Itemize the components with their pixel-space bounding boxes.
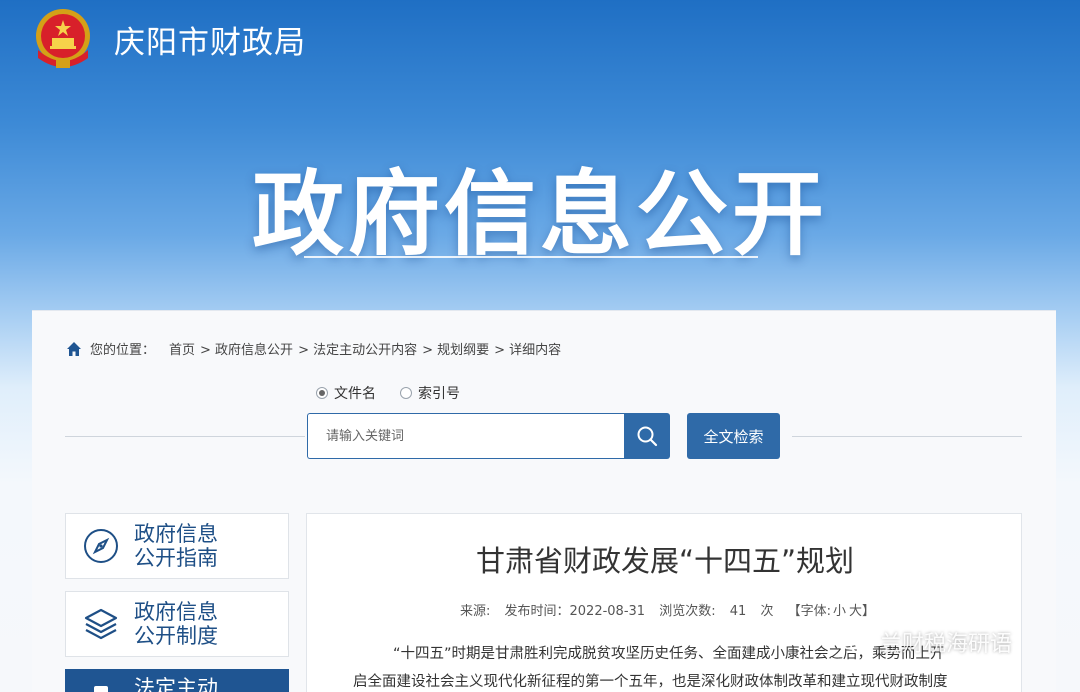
sidebar-item-label: 法定主动 (134, 676, 218, 692)
breadcrumb: 您的位置： 首页 > 政府信息公开 > 法定主动公开内容 > 规划纲要 > 详细… (66, 339, 566, 358)
layers-icon (84, 608, 118, 640)
breadcrumb-detail: > 详细内容 (494, 343, 562, 358)
source-label: 来源: (459, 604, 491, 619)
font-large-button[interactable]: 大】 (849, 604, 875, 619)
search-type-radios: 文件名 索引号 (316, 383, 484, 403)
sidebar-item-label: 政府信息 公开指南 (134, 522, 218, 570)
wechat-watermark: 兰财税海研语 (838, 626, 1012, 658)
article-meta: 来源: 发布时间：2022-08-31 浏览次数: 41 次 【字体: 小大】 (307, 600, 1023, 619)
hero-banner: 政府信息公开 (0, 140, 1080, 273)
hero-underline (304, 256, 758, 258)
label-line2: 公开制度 (134, 624, 218, 648)
breadcrumb-gov-info[interactable]: > 政府信息公开 (200, 339, 293, 358)
search-input[interactable] (308, 414, 625, 458)
breadcrumb-label: 您的位置： (90, 343, 156, 358)
wechat-icon (839, 630, 872, 654)
article-title: 甘肃省财政发展“十四五”规划 (475, 544, 855, 578)
article-content: 甘肃省财政发展“十四五”规划 来源: 发布时间：2022-08-31 浏览次数:… (306, 513, 1022, 692)
site-header: 庆阳市财政局 (30, 4, 306, 74)
label-line1: 法定主动 (134, 676, 218, 692)
radio-dot-selected[interactable] (316, 387, 328, 399)
views-unit: 次 (760, 604, 774, 619)
views-count: 41 (729, 604, 747, 619)
radio-filename-label: 文件名 (334, 386, 376, 402)
radio-filename[interactable]: 文件名 (316, 383, 376, 403)
label-line1: 政府信息 (134, 522, 218, 546)
sidebar: 政府信息 公开指南 政府信息 公开制度 法定主动 (65, 513, 289, 692)
divider-right (792, 436, 1022, 437)
hero-title: 政府信息公开 (251, 161, 828, 268)
breadcrumb-legal-content[interactable]: > 法定主动公开内容 (298, 339, 417, 358)
home-icon (67, 341, 81, 356)
sidebar-item-legal[interactable]: 法定主动 (65, 669, 289, 692)
search-button[interactable] (624, 413, 670, 459)
breadcrumb-plan[interactable]: > 规划纲要 (422, 339, 489, 358)
national-emblem-icon (30, 6, 96, 72)
font-size-label: 【字体: (787, 604, 831, 619)
fulltext-search-button[interactable]: 全文检索 (687, 413, 780, 459)
document-icon (94, 686, 108, 692)
breadcrumb-home[interactable]: 首页 (169, 339, 195, 358)
site-title[interactable]: 庆阳市财政局 (114, 17, 306, 62)
sidebar-item-label: 政府信息 公开制度 (134, 600, 218, 648)
compass-icon (84, 529, 118, 563)
divider-left (65, 436, 305, 437)
label-line1: 政府信息 (134, 600, 218, 624)
sidebar-item-guide[interactable]: 政府信息 公开指南 (65, 513, 289, 579)
radio-index-label: 索引号 (418, 386, 460, 402)
radio-index-number[interactable]: 索引号 (400, 383, 460, 403)
search-box (307, 413, 625, 459)
publish-date: 发布时间：2022-08-31 (504, 604, 646, 619)
font-small-button[interactable]: 小 (833, 604, 846, 619)
views-label: 浏览次数: (659, 604, 716, 619)
label-line2: 公开指南 (134, 546, 218, 570)
article-paragraph: 启全面建设社会主义现代化新征程的第一个五年，也是深化财政体制改革和建立现代财政制… (353, 674, 948, 690)
watermark-text: 兰财税海研语 (880, 632, 1013, 657)
search-icon (637, 426, 658, 447)
sidebar-item-system[interactable]: 政府信息 公开制度 (65, 591, 289, 657)
radio-dot[interactable] (400, 387, 412, 399)
